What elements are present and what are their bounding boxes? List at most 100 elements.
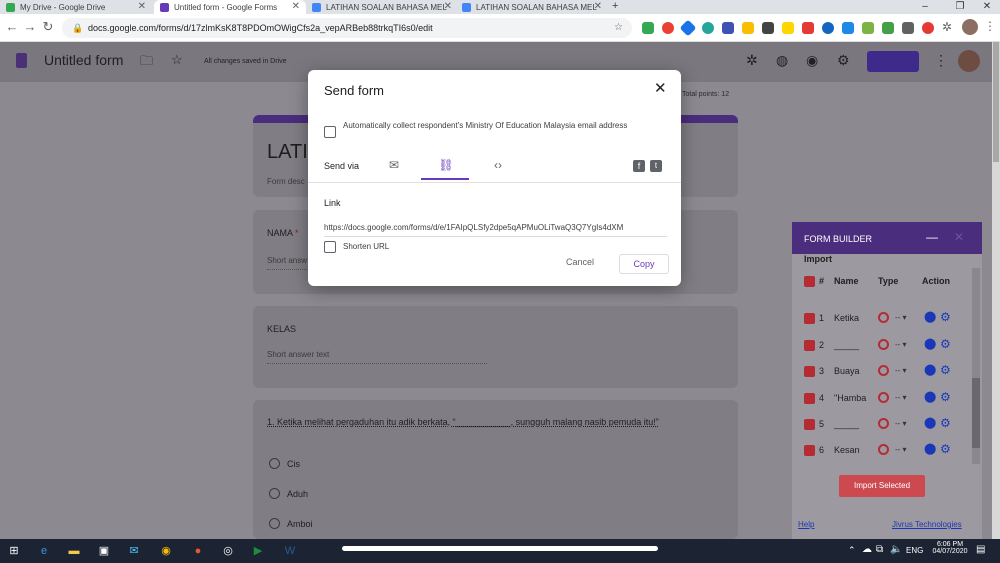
extension-icon[interactable] bbox=[662, 22, 674, 34]
form-description[interactable]: Form desc bbox=[267, 177, 305, 186]
close-window-icon[interactable]: ✕ bbox=[972, 0, 1000, 14]
link-url-field[interactable]: https://docs.google.com/forms/d/e/1FAIpQ… bbox=[324, 223, 667, 232]
close-tab-icon[interactable]: ✕ bbox=[444, 1, 452, 12]
volume-icon[interactable]: 🔈 bbox=[890, 544, 902, 555]
form-title[interactable]: LATI bbox=[267, 141, 308, 164]
extension-icon[interactable] bbox=[642, 22, 654, 34]
reload-icon[interactable]: ↻ bbox=[40, 19, 56, 35]
close-tab-icon[interactable]: ✕ bbox=[594, 1, 602, 12]
minimize-panel-icon[interactable]: — bbox=[926, 230, 938, 244]
page-scrollbar[interactable] bbox=[992, 42, 1000, 539]
notification-icon[interactable]: ▤ bbox=[976, 544, 985, 555]
extension-icon[interactable] bbox=[782, 22, 794, 34]
jivrus-link[interactable]: Jivrus Technologies bbox=[892, 520, 962, 529]
star-icon[interactable]: ☆ bbox=[171, 52, 183, 68]
gear-icon[interactable]: ⚙ bbox=[940, 442, 951, 456]
row-checkbox[interactable] bbox=[804, 313, 815, 324]
shorten-url-checkbox[interactable] bbox=[324, 241, 336, 253]
row-checkbox[interactable] bbox=[804, 366, 815, 377]
location-pin-icon[interactable]: ⬤ bbox=[924, 416, 936, 429]
mail-icon[interactable]: ✉ bbox=[126, 544, 142, 558]
collect-email-checkbox[interactable] bbox=[324, 126, 336, 138]
file-explorer-icon[interactable]: ▬ bbox=[66, 544, 82, 558]
wifi-icon[interactable]: ☁ bbox=[862, 544, 872, 555]
location-pin-icon[interactable]: ⬤ bbox=[924, 310, 936, 323]
gear-icon[interactable]: ⚙ bbox=[940, 390, 951, 404]
app-icon[interactable]: ◎ bbox=[220, 544, 236, 558]
addon-puzzle-icon[interactable]: ✲ bbox=[746, 52, 758, 69]
chrome-icon[interactable]: ◉ bbox=[158, 544, 174, 558]
language-indicator[interactable]: ENG bbox=[906, 546, 923, 555]
gear-icon[interactable]: ⚙ bbox=[940, 416, 951, 430]
question-card-1[interactable]: 1. Ketika melihat pergaduhan itu adik be… bbox=[253, 400, 738, 539]
location-pin-icon[interactable]: ⬤ bbox=[924, 363, 936, 376]
tab-latihan-1[interactable]: LATIHAN SOALAN BAHASA MEL ✕ bbox=[306, 0, 458, 14]
forward-arrow-icon[interactable]: → bbox=[22, 19, 38, 35]
settings-gear-icon[interactable]: ⚙ bbox=[837, 52, 850, 69]
question-card-kelas[interactable]: KELAS Short answer text bbox=[253, 306, 738, 388]
gear-icon[interactable]: ⚙ bbox=[940, 337, 951, 351]
extension-icon[interactable] bbox=[742, 22, 754, 34]
extension-icon[interactable] bbox=[842, 22, 854, 34]
page-scroll-thumb[interactable] bbox=[993, 42, 999, 162]
panel-scrollbar[interactable] bbox=[972, 268, 980, 464]
extension-icon[interactable] bbox=[722, 22, 734, 34]
extension-icon[interactable] bbox=[762, 22, 774, 34]
select-all-checkbox[interactable] bbox=[804, 276, 815, 287]
type-dropdown[interactable]: -- ▾ bbox=[895, 419, 907, 428]
preview-eye-icon[interactable]: ◉ bbox=[806, 52, 818, 69]
facebook-icon[interactable]: f bbox=[633, 160, 645, 172]
type-dropdown[interactable]: -- ▾ bbox=[895, 445, 907, 454]
minimize-icon[interactable]: – bbox=[910, 0, 940, 14]
extension-icon[interactable] bbox=[802, 22, 814, 34]
radio-option[interactable] bbox=[269, 458, 280, 469]
cancel-button[interactable]: Cancel bbox=[566, 257, 594, 267]
extension-icon[interactable] bbox=[902, 22, 914, 34]
email-icon[interactable]: ✉ bbox=[382, 158, 406, 172]
import-selected-button[interactable]: Import Selected bbox=[839, 475, 925, 497]
tab-untitled-form[interactable]: Untitled form - Google Forms ✕ bbox=[154, 0, 306, 14]
network-icon[interactable]: ⧉ bbox=[876, 544, 883, 555]
row-checkbox[interactable] bbox=[804, 340, 815, 351]
extension-icon[interactable] bbox=[882, 22, 894, 34]
type-dropdown[interactable]: -- ▾ bbox=[895, 393, 907, 402]
help-link[interactable]: Help bbox=[798, 520, 814, 529]
close-tab-icon[interactable]: ✕ bbox=[292, 1, 300, 12]
extension-icon[interactable] bbox=[822, 22, 834, 34]
close-panel-icon[interactable]: ✕ bbox=[954, 230, 964, 244]
type-dropdown[interactable]: -- ▾ bbox=[895, 366, 907, 375]
send-button[interactable] bbox=[867, 51, 919, 72]
tab-latihan-2[interactable]: LATIHAN SOALAN BAHASA MEL ✕ bbox=[456, 0, 608, 14]
maximize-icon[interactable]: ❐ bbox=[945, 0, 975, 14]
form-title-field[interactable]: Untitled form bbox=[44, 52, 123, 68]
new-tab-button[interactable]: + bbox=[612, 0, 618, 12]
user-avatar[interactable] bbox=[958, 50, 980, 72]
type-dropdown[interactable]: -- ▾ bbox=[895, 340, 907, 349]
close-icon[interactable]: ✕ bbox=[654, 79, 667, 97]
tab-my-drive[interactable]: My Drive - Google Drive ✕ bbox=[0, 0, 152, 14]
avatar[interactable] bbox=[962, 19, 978, 35]
extension-icon[interactable] bbox=[679, 19, 697, 37]
close-tab-icon[interactable]: ✕ bbox=[138, 1, 146, 12]
clock[interactable]: 6:06 PM 04/07/2020 bbox=[932, 541, 968, 555]
windows-start-icon[interactable]: ⊞ bbox=[6, 544, 22, 558]
bookmark-star-icon[interactable]: ☆ bbox=[614, 18, 623, 38]
palette-icon[interactable]: ◍ bbox=[776, 52, 788, 69]
tray-chevron-icon[interactable]: ⌃ bbox=[848, 545, 856, 556]
gear-icon[interactable]: ⚙ bbox=[940, 363, 951, 377]
extension-icon[interactable] bbox=[862, 22, 874, 34]
puzzle-icon[interactable]: ✲ bbox=[942, 20, 952, 34]
extension-icon[interactable] bbox=[922, 22, 934, 34]
url-field[interactable]: 🔒 docs.google.com/forms/d/17zlmKsK8T8PDO… bbox=[62, 18, 632, 38]
twitter-icon[interactable]: t bbox=[650, 160, 662, 172]
radio-option[interactable] bbox=[269, 518, 280, 529]
folder-icon[interactable]: 🗀 bbox=[140, 52, 153, 74]
back-arrow-icon[interactable]: ← bbox=[4, 19, 20, 35]
embed-code-icon[interactable]: ‹› bbox=[486, 158, 510, 172]
row-checkbox[interactable] bbox=[804, 445, 815, 456]
type-dropdown[interactable]: -- ▾ bbox=[895, 313, 907, 322]
location-pin-icon[interactable]: ⬤ bbox=[924, 442, 936, 455]
location-pin-icon[interactable]: ⬤ bbox=[924, 390, 936, 403]
app-icon[interactable]: ▶ bbox=[250, 544, 266, 558]
more-menu-icon[interactable]: ⋮ bbox=[934, 52, 948, 69]
